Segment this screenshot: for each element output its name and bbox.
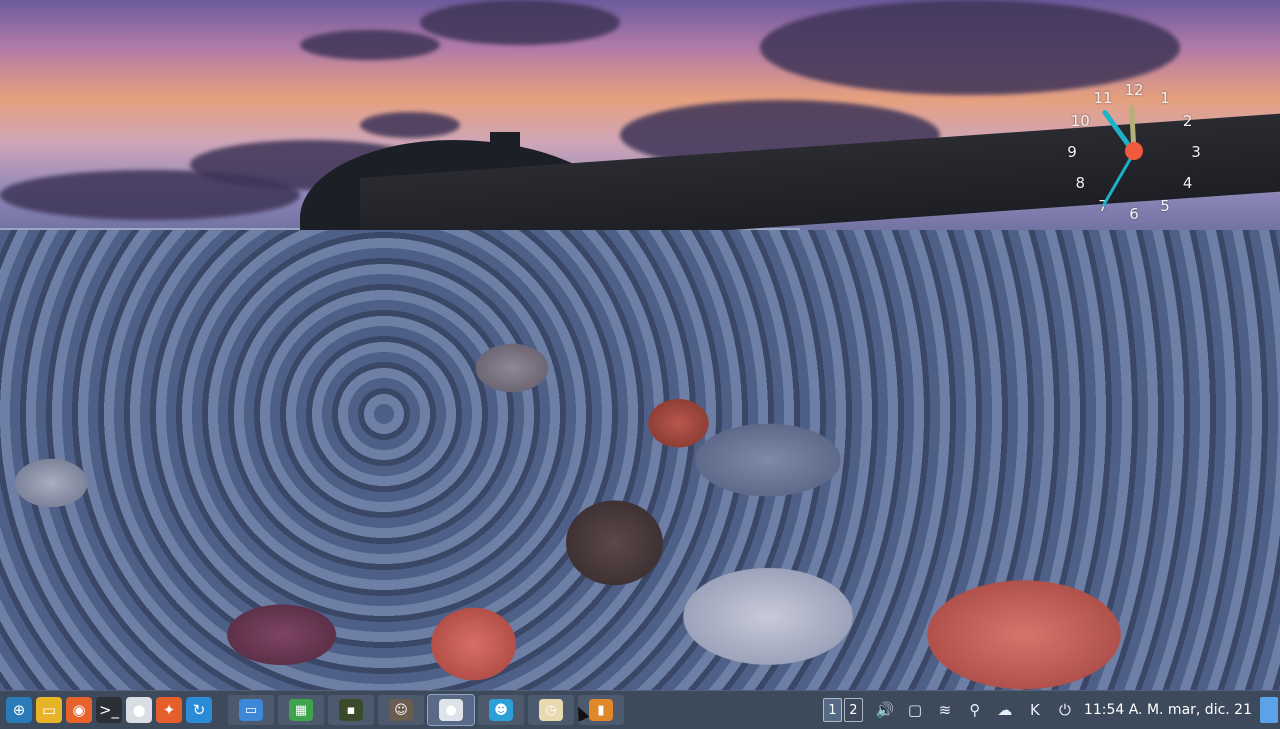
- clock-number: 2: [1182, 112, 1193, 130]
- task-terminal-icon: ▪: [339, 699, 363, 721]
- clock-number: 11: [1093, 89, 1113, 108]
- task-smiley[interactable]: ☻: [478, 695, 524, 725]
- wallpaper-pebbles: [0, 230, 1280, 690]
- clock-number: 5: [1160, 196, 1170, 215]
- task-spreadsheet[interactable]: ▦: [278, 695, 324, 725]
- clock-number: 1: [1160, 89, 1170, 108]
- clock-number: 3: [1191, 143, 1201, 161]
- task-sphere-icon: ●: [439, 699, 463, 721]
- wallpaper-cloud: [420, 0, 620, 45]
- wifi-icon[interactable]: ≋: [932, 696, 958, 724]
- task-penguin[interactable]: ☺: [378, 695, 424, 725]
- file-manager-icon[interactable]: ▭: [36, 697, 62, 723]
- launcher-area: ⊕ ▭ ◉ >_ ● ✦ ↻: [4, 697, 214, 723]
- taskbar-clock[interactable]: 11:54 A. M. mar, dic. 21: [1084, 702, 1252, 718]
- volume-icon[interactable]: 🔊: [872, 696, 898, 724]
- clock-number: 4: [1182, 174, 1193, 192]
- clock-number: 12: [1124, 81, 1144, 99]
- firefox-icon[interactable]: ◉: [66, 697, 92, 723]
- workspace-switcher: 12: [822, 698, 864, 722]
- show-desktop-button[interactable]: [1260, 697, 1278, 723]
- wallpaper-cloud: [360, 112, 460, 138]
- task-sphere[interactable]: ●: [427, 694, 475, 726]
- task-list: ▭ ▦ ▪ ☺ ● ☻ ◷ ▮: [226, 694, 626, 726]
- system-tray: 12 🔊 ▢ ≋ ⚲ ☁ K ⏻ 11:54 A. M. mar, dic. 21: [822, 691, 1280, 729]
- app-menu-icon[interactable]: ⊕: [6, 697, 32, 723]
- terminal-icon[interactable]: >_: [96, 697, 122, 723]
- taskbar: ⊕ ▭ ◉ >_ ● ✦ ↻ ▭ ▦ ▪ ☺ ● ☻ ◷ ▮ 12 🔊 ▢ ≋ ⚲ ☁ K ⏻ 11:54 A. M.…: [0, 690, 1280, 729]
- tray-icons: 🔊 ▢ ≋ ⚲ ☁ K ⏻: [870, 696, 1080, 724]
- task-terminal[interactable]: ▪: [328, 695, 374, 725]
- wallpaper-castle: [490, 132, 520, 154]
- clock-number: 8: [1075, 174, 1086, 192]
- task-clock-icon: ◷: [539, 699, 563, 721]
- task-spreadsheet-icon: ▦: [289, 699, 313, 721]
- wallpaper-cloud: [300, 30, 440, 60]
- update-manager-icon[interactable]: ↻: [186, 697, 212, 723]
- task-penguin-icon: ☺: [389, 699, 413, 721]
- k-app-icon[interactable]: K: [1022, 696, 1048, 724]
- task-folder-icon: ▭: [239, 699, 263, 721]
- wallpaper-cloud: [0, 170, 300, 220]
- location-icon[interactable]: ⚲: [962, 696, 988, 724]
- clock-number: 6: [1129, 205, 1139, 223]
- weather-icon[interactable]: ☁: [992, 696, 1018, 724]
- power-icon[interactable]: ⏻: [1052, 696, 1078, 724]
- sphere-icon[interactable]: ●: [126, 697, 152, 723]
- screen-icon[interactable]: ▢: [902, 696, 928, 724]
- clock-center-dot: [1125, 142, 1143, 160]
- task-folder[interactable]: ▭: [228, 695, 274, 725]
- task-slideshow-icon: ▮: [589, 699, 613, 721]
- workspace-2[interactable]: 2: [843, 698, 863, 722]
- workspace-1[interactable]: 1: [822, 698, 842, 722]
- task-smiley-icon: ☻: [489, 699, 513, 721]
- analog-clock-widget[interactable]: 121234567891011: [1034, 52, 1234, 252]
- clock-number: 9: [1067, 143, 1077, 161]
- package-manager-icon[interactable]: ✦: [156, 697, 182, 723]
- clock-number: 10: [1070, 112, 1090, 130]
- task-clock[interactable]: ◷: [528, 695, 574, 725]
